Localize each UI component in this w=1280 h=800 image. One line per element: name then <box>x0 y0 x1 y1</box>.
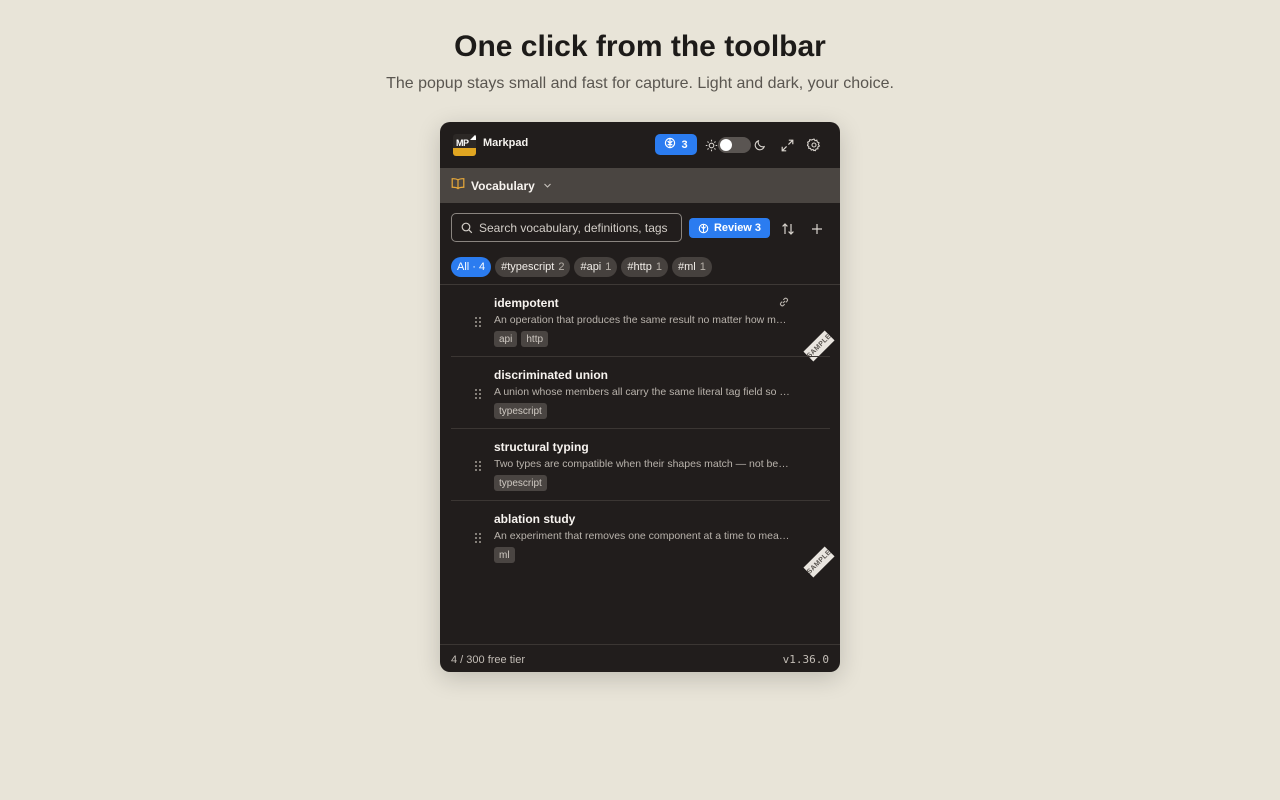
gear-icon[interactable] <box>806 137 822 153</box>
entry-definition: Two types are compatible when their shap… <box>494 458 790 470</box>
sort-icon[interactable] <box>780 221 796 237</box>
search-input[interactable] <box>479 220 681 235</box>
popup-footer: 4 / 300 free tier v1.36.0 <box>440 644 840 672</box>
filter-chip-api[interactable]: #api 1 <box>574 257 618 277</box>
usage-counter: 4 / 300 free tier <box>451 654 525 666</box>
toggle-knob <box>720 139 732 151</box>
entry-definition: An operation that produces the same resu… <box>494 314 790 326</box>
entry-tag[interactable]: api <box>494 331 518 347</box>
app-name: Markpad <box>483 137 529 149</box>
tag-filters: All · 4 #typescript 2 #api 1 #http 1 #ml 1 <box>451 257 712 277</box>
review-button[interactable]: Review 3 <box>689 218 770 238</box>
entry-tag[interactable]: http <box>521 331 549 347</box>
collection-label: Vocabulary <box>471 178 535 193</box>
entry-term: idempotent <box>494 296 559 310</box>
filter-chip-ml[interactable]: #ml 1 <box>671 257 712 277</box>
entry-tags: api http <box>494 331 549 347</box>
entry-tag[interactable]: typescript <box>494 475 547 491</box>
entry-term: structural typing <box>494 440 589 454</box>
link-icon[interactable] <box>778 295 790 313</box>
extension-popup: MP Markpad 3 Vocabulary Search vocabular… <box>440 122 840 672</box>
app-logo: MP <box>453 134 476 156</box>
popup-header: MP Markpad 3 <box>440 122 840 168</box>
sample-ribbon: SAMPLE <box>803 546 835 578</box>
theme-toggle[interactable] <box>718 137 751 153</box>
drag-handle-icon[interactable] <box>474 387 482 405</box>
review-count: 3 <box>681 138 688 151</box>
entry-term: ablation study <box>494 512 576 526</box>
review-brain-icon <box>698 223 709 234</box>
search-field[interactable] <box>451 213 682 242</box>
page-title: One click from the toolbar <box>454 30 826 63</box>
drag-handle-icon[interactable] <box>474 315 482 333</box>
filter-chip-typescript[interactable]: #typescript 2 <box>495 257 571 277</box>
drag-handle-icon[interactable] <box>474 459 482 477</box>
vocab-entry[interactable]: ablation study An experiment that remove… <box>451 501 835 578</box>
entry-definition: An experiment that removes one component… <box>494 530 790 542</box>
vocab-entry[interactable]: structural typing Two types are compatib… <box>451 429 830 501</box>
sun-icon[interactable] <box>704 138 718 152</box>
review-brain-icon <box>664 137 676 152</box>
filter-chip-http[interactable]: #http 1 <box>621 257 668 277</box>
filter-chip-all[interactable]: All · 4 <box>451 257 492 277</box>
search-icon <box>461 222 473 234</box>
vocab-entry[interactable]: discriminated union A union whose member… <box>451 357 830 429</box>
chevron-down-icon <box>543 181 552 190</box>
page-subtitle: The popup stays small and fast for captu… <box>386 75 894 92</box>
version-label: v1.36.0 <box>782 653 829 666</box>
entry-tags: typescript <box>494 475 547 491</box>
collection-selector[interactable]: Vocabulary <box>440 168 840 203</box>
review-count-badge[interactable]: 3 <box>655 134 697 155</box>
moon-icon[interactable] <box>753 138 767 152</box>
entry-definition: A union whose members all carry the same… <box>494 386 790 398</box>
book-icon <box>451 177 465 195</box>
expand-icon[interactable] <box>779 137 795 153</box>
entry-tags: typescript <box>494 403 547 419</box>
vocab-entry[interactable]: idempotent An operation that produces th… <box>451 285 835 362</box>
entry-tag[interactable]: typescript <box>494 403 547 419</box>
entry-term: discriminated union <box>494 368 609 382</box>
review-button-label: Review 3 <box>713 222 762 234</box>
drag-handle-icon[interactable] <box>474 531 482 549</box>
add-icon[interactable] <box>809 221 825 237</box>
entry-tags: ml <box>494 547 515 563</box>
entry-tag[interactable]: ml <box>494 547 515 563</box>
